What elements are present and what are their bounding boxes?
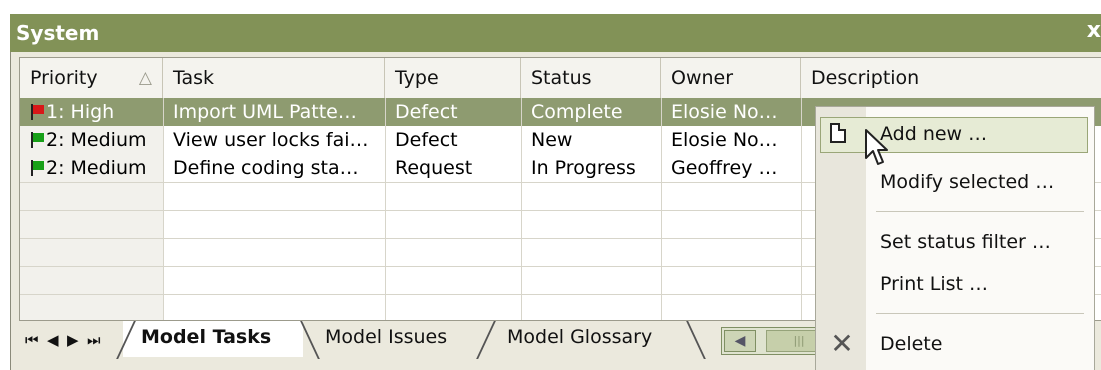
column-header-task[interactable]: Task bbox=[163, 58, 385, 98]
column-header-label: Priority bbox=[30, 67, 98, 89]
status-cell: In Progress bbox=[531, 157, 636, 179]
column-header-label: Description bbox=[811, 67, 920, 89]
column-header-label: Type bbox=[395, 67, 439, 89]
priority-text: 1: High bbox=[46, 101, 115, 123]
tab-model-glossary[interactable]: Model Glossary bbox=[489, 321, 699, 357]
column-header-label: Status bbox=[531, 67, 592, 89]
previous-tab-icon[interactable]: ◀ bbox=[47, 331, 59, 349]
task-cell: View user locks fai… bbox=[173, 129, 369, 151]
flag-icon bbox=[30, 132, 44, 148]
priority-cell: 2: Medium bbox=[20, 154, 163, 182]
menu-item-label: Delete bbox=[880, 333, 943, 355]
scroll-left-icon[interactable]: ◀ bbox=[724, 330, 756, 352]
sort-ascending-icon: △ bbox=[138, 68, 152, 88]
type-cell: Defect bbox=[395, 129, 458, 151]
close-icon[interactable]: x bbox=[1087, 18, 1101, 43]
priority-cell: 1: High bbox=[20, 98, 163, 126]
delete-x-icon: ✕ bbox=[830, 327, 854, 360]
tab-model-tasks[interactable]: Model Tasks bbox=[123, 321, 303, 357]
column-header-description[interactable]: Description bbox=[801, 58, 1101, 98]
column-header-owner[interactable]: Owner bbox=[661, 58, 801, 98]
next-tab-icon[interactable]: ▶ bbox=[67, 331, 79, 349]
task-cell: Import UML Patte… bbox=[173, 101, 357, 123]
owner-cell: Geoffrey … bbox=[671, 157, 778, 179]
flag-icon bbox=[30, 160, 44, 176]
type-cell: Defect bbox=[395, 101, 458, 123]
priority-text: 2: Medium bbox=[46, 129, 147, 151]
menu-item-set-status-filter[interactable]: Set status filter … bbox=[816, 221, 1094, 263]
column-header-label: Task bbox=[173, 67, 215, 89]
new-document-icon bbox=[830, 123, 846, 143]
type-cell: Request bbox=[395, 157, 473, 179]
menu-item-add-new[interactable]: Add new … bbox=[816, 113, 1094, 155]
tab-label: Model Issues bbox=[325, 326, 448, 348]
menu-item-label: Add new … bbox=[880, 123, 988, 145]
menu-separator bbox=[876, 211, 1084, 212]
column-header-priority[interactable]: Priority △ bbox=[20, 58, 163, 98]
status-cell: Complete bbox=[531, 101, 623, 123]
context-menu: Add new … Modify selected … Set status f… bbox=[815, 106, 1095, 370]
menu-item-label: Modify selected … bbox=[880, 171, 1055, 193]
tab-model-issues[interactable]: Model Issues bbox=[307, 321, 485, 357]
tab-label: Model Glossary bbox=[507, 326, 653, 348]
priority-cell: 2: Medium bbox=[20, 126, 163, 154]
task-cell: Define coding sta… bbox=[173, 157, 359, 179]
panel-titlebar[interactable]: System x bbox=[10, 14, 1101, 52]
grid-header: Priority △ Task Type Status Owner Descri… bbox=[20, 58, 1101, 99]
status-cell: New bbox=[531, 129, 573, 151]
last-tab-icon[interactable]: ⏭ bbox=[87, 331, 101, 349]
menu-item-label: Set status filter … bbox=[880, 231, 1051, 253]
menu-item-delete[interactable]: ✕ Delete bbox=[816, 323, 1094, 365]
menu-item-label: Print List … bbox=[880, 273, 988, 295]
menu-item-print-list[interactable]: Print List … bbox=[816, 263, 1094, 305]
priority-text: 2: Medium bbox=[46, 157, 147, 179]
menu-item-modify-selected[interactable]: Modify selected … bbox=[816, 161, 1094, 203]
column-header-status[interactable]: Status bbox=[521, 58, 661, 98]
panel-title: System bbox=[16, 21, 100, 45]
flag-icon bbox=[30, 104, 44, 120]
owner-cell: Elosie No… bbox=[671, 101, 778, 123]
owner-cell: Elosie No… bbox=[671, 129, 778, 151]
menu-separator bbox=[876, 313, 1084, 314]
column-header-type[interactable]: Type bbox=[385, 58, 521, 98]
column-header-label: Owner bbox=[671, 67, 734, 89]
first-tab-icon[interactable]: ⏮ bbox=[25, 331, 39, 349]
tab-label: Model Tasks bbox=[141, 326, 272, 348]
